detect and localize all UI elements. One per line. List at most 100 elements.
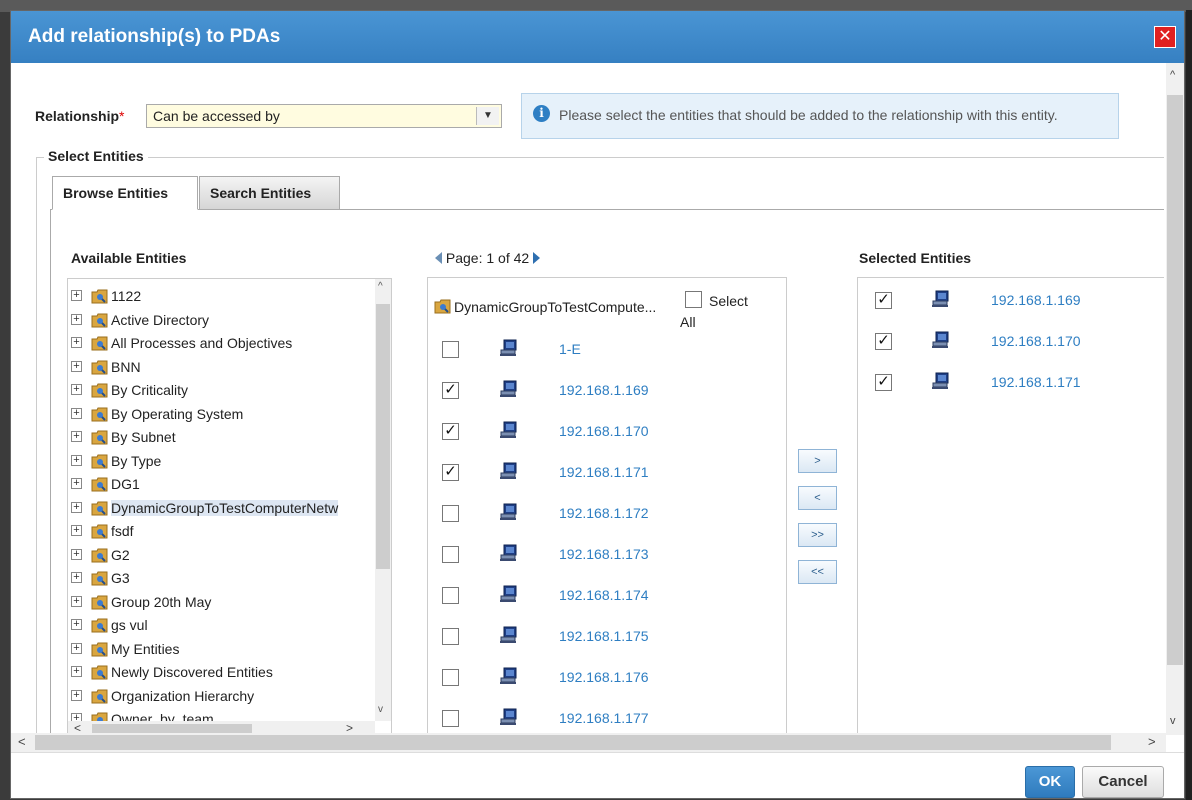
add-all-button[interactable]: >> xyxy=(798,523,837,547)
chevron-down-icon[interactable]: ▼ xyxy=(476,107,499,125)
tree-scroll-thumb[interactable] xyxy=(376,304,390,569)
tab-browse-entities[interactable]: Browse Entities xyxy=(52,176,198,210)
background-app-edge xyxy=(1186,10,1192,800)
tree-item-label: By Subnet xyxy=(111,429,176,445)
scroll-up-icon[interactable]: ^ xyxy=(378,281,383,292)
relationship-label: Relationship* xyxy=(35,108,124,124)
expand-icon[interactable]: + xyxy=(71,501,82,513)
next-page-icon[interactable] xyxy=(533,252,541,264)
entity-link[interactable]: 192.168.1.177 xyxy=(559,710,649,726)
remove-all-button[interactable]: << xyxy=(798,560,837,584)
entity-list: DynamicGroupToTestCompute... Select All … xyxy=(427,277,787,735)
dialog-scroll-right-icon[interactable]: > xyxy=(1148,734,1156,749)
entity-checkbox[interactable] xyxy=(442,710,459,727)
entity-link[interactable]: 192.168.1.173 xyxy=(559,546,649,562)
tab-panel-border xyxy=(50,209,1164,210)
selected-entity-link[interactable]: 192.168.1.171 xyxy=(991,374,1081,390)
selected-entity-checkbox[interactable]: ✓ xyxy=(875,374,892,391)
expand-icon[interactable]: + xyxy=(71,525,82,536)
info-message: i Please select the entities that should… xyxy=(521,93,1119,139)
selected-entity-link[interactable]: 192.168.1.170 xyxy=(991,333,1081,349)
relationship-select-value: Can be accessed by xyxy=(153,108,280,124)
expand-icon[interactable]: + xyxy=(71,384,82,395)
entity-checkbox[interactable] xyxy=(442,546,459,563)
expand-icon[interactable]: + xyxy=(71,548,82,560)
cancel-button[interactable]: Cancel xyxy=(1082,766,1164,798)
dialog-scroll-down-icon[interactable]: v xyxy=(1170,715,1176,727)
expand-icon[interactable]: + xyxy=(71,478,82,489)
folder-icon xyxy=(91,594,109,610)
tree-item-label: By Criticality xyxy=(111,382,189,398)
entity-checkbox[interactable]: ✓ xyxy=(442,423,459,440)
select-all-checkbox[interactable] xyxy=(685,291,702,308)
expand-icon[interactable]: + xyxy=(71,337,82,348)
dialog-hscroll-thumb[interactable] xyxy=(35,735,1111,750)
entity-link[interactable]: 192.168.1.172 xyxy=(559,505,649,521)
list-item: ✓ 192.168.1.171 xyxy=(442,462,772,488)
expand-icon[interactable]: + xyxy=(71,407,82,419)
entity-checkbox[interactable] xyxy=(442,505,459,522)
previous-page-icon[interactable] xyxy=(435,252,442,264)
dialog-scroll-left-icon[interactable]: < xyxy=(18,734,26,749)
tab-search-entities[interactable]: Search Entities xyxy=(199,176,340,210)
dialog-scroll-up-icon[interactable]: ^ xyxy=(1170,69,1175,81)
dialog-vertical-scrollbar[interactable]: ^ v xyxy=(1166,63,1184,735)
entity-link[interactable]: 192.168.1.171 xyxy=(559,464,649,480)
expand-icon[interactable]: + xyxy=(71,595,82,607)
selected-entity-checkbox[interactable]: ✓ xyxy=(875,292,892,309)
entity-checkbox[interactable] xyxy=(442,669,459,686)
entity-link[interactable]: 192.168.1.170 xyxy=(559,423,649,439)
expand-icon[interactable]: + xyxy=(71,689,82,701)
expand-icon[interactable]: + xyxy=(71,454,82,466)
add-selected-button[interactable]: > xyxy=(798,449,837,473)
selected-entity-checkbox[interactable]: ✓ xyxy=(875,333,892,350)
tree-item-label: Newly Discovered Entities xyxy=(111,664,273,680)
expand-icon[interactable]: + xyxy=(71,313,82,325)
entity-link[interactable]: 1-E xyxy=(559,341,581,357)
entity-checkbox[interactable] xyxy=(442,628,459,645)
expand-icon[interactable]: + xyxy=(71,619,82,630)
close-icon[interactable]: ✕ xyxy=(1154,26,1176,48)
entity-link[interactable]: 192.168.1.175 xyxy=(559,628,649,644)
tree-item-label: 1122 xyxy=(111,288,142,304)
tree-item-label: All Processes and Objectives xyxy=(111,335,293,351)
computer-icon xyxy=(499,544,519,562)
required-marker: * xyxy=(119,108,125,124)
expand-icon[interactable]: + xyxy=(71,360,82,372)
computer-icon xyxy=(931,290,951,308)
expand-icon[interactable]: + xyxy=(71,290,82,301)
computer-icon xyxy=(499,667,519,685)
entity-checkbox[interactable]: ✓ xyxy=(442,382,459,399)
selected-entity-link[interactable]: 192.168.1.169 xyxy=(991,292,1081,308)
entity-checkbox[interactable] xyxy=(442,341,459,358)
dialog-content: Relationship* Can be accessed by ▼ i Ple… xyxy=(11,63,1164,735)
folder-icon xyxy=(91,570,109,586)
expand-icon[interactable]: + xyxy=(71,666,82,677)
folder-icon xyxy=(91,288,109,304)
entity-link[interactable]: 192.168.1.174 xyxy=(559,587,649,603)
dialog-horizontal-scrollbar[interactable]: < > xyxy=(11,733,1166,752)
expand-icon[interactable]: + xyxy=(71,431,82,442)
scroll-down-icon[interactable]: v xyxy=(378,704,383,715)
dialog-vscroll-thumb[interactable] xyxy=(1167,95,1183,665)
entity-link[interactable]: 192.168.1.176 xyxy=(559,669,649,685)
remove-selected-button[interactable]: < xyxy=(798,486,837,510)
entity-checkbox[interactable] xyxy=(442,587,459,604)
entity-link[interactable]: 192.168.1.169 xyxy=(559,382,649,398)
list-item: 192.168.1.174 xyxy=(442,585,772,611)
relationship-select[interactable]: Can be accessed by ▼ xyxy=(146,104,502,128)
footer-divider xyxy=(11,752,1184,753)
tree-item-label: Active Directory xyxy=(111,311,210,328)
tree-vertical-scrollbar[interactable]: ^ v xyxy=(375,279,391,721)
selected-entities-heading: Selected Entities xyxy=(859,250,972,266)
computer-icon xyxy=(499,626,519,644)
tree-item-label: DynamicGroupToTestComputerNetw xyxy=(111,499,339,516)
tree-item-label: By Operating System xyxy=(111,405,244,422)
folder-icon xyxy=(91,382,109,398)
list-item: 1-E xyxy=(442,339,772,365)
ok-button[interactable]: OK xyxy=(1025,766,1075,798)
expand-icon[interactable]: + xyxy=(71,642,82,654)
entity-checkbox[interactable]: ✓ xyxy=(442,464,459,481)
folder-icon xyxy=(91,312,109,328)
expand-icon[interactable]: + xyxy=(71,572,82,583)
